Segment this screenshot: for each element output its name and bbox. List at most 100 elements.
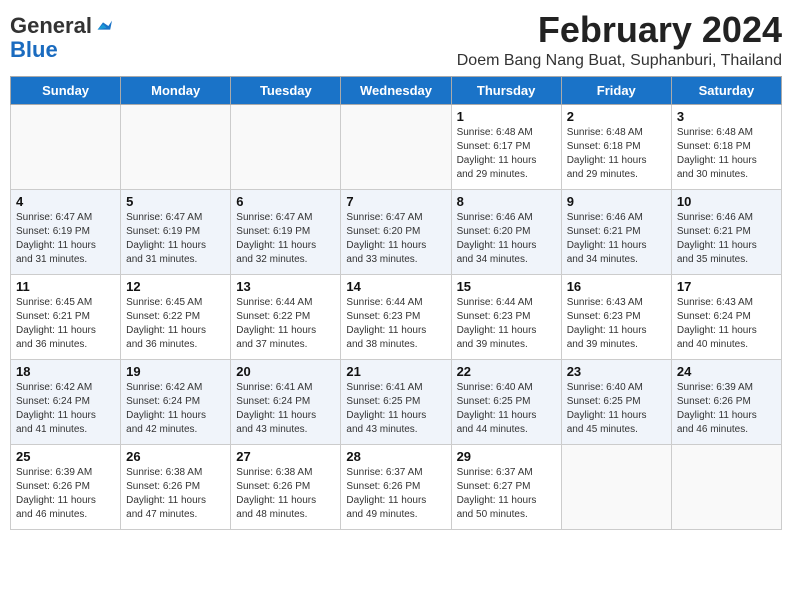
day-info: Sunrise: 6:46 AM Sunset: 6:20 PM Dayligh… xyxy=(457,211,556,267)
day-number: 20 xyxy=(236,364,335,379)
calendar-week-row: 1 Sunrise: 6:48 AM Sunset: 6:17 PM Daylig… xyxy=(11,104,782,189)
day-number: 13 xyxy=(236,279,335,294)
calendar-day-cell xyxy=(121,104,231,189)
day-info: Sunrise: 6:45 AM Sunset: 6:22 PM Dayligh… xyxy=(126,296,225,352)
calendar-day-cell: 25 Sunrise: 6:39 AM Sunset: 6:26 PM Dayli… xyxy=(11,444,121,529)
calendar-day-cell: 17 Sunrise: 6:43 AM Sunset: 6:24 PM Dayli… xyxy=(671,274,781,359)
calendar-day-cell: 23 Sunrise: 6:40 AM Sunset: 6:25 PM Dayli… xyxy=(561,359,671,444)
calendar-week-row: 4Sunrise: 6:47 AM Sunset: 6:19 PM Daylig… xyxy=(11,189,782,274)
day-info: Sunrise: 6:43 AM Sunset: 6:24 PM Dayligh… xyxy=(677,296,776,352)
title-area: February 2024 Doem Bang Nang Buat, Supha… xyxy=(457,10,782,70)
day-info: Sunrise: 6:37 AM Sunset: 6:26 PM Dayligh… xyxy=(346,466,445,522)
day-info: Sunrise: 6:38 AM Sunset: 6:26 PM Dayligh… xyxy=(236,466,335,522)
day-number: 16 xyxy=(567,279,666,294)
day-info: Sunrise: 6:37 AM Sunset: 6:27 PM Dayligh… xyxy=(457,466,556,522)
calendar-day-cell: 24Sunrise: 6:39 AM Sunset: 6:26 PM Dayli… xyxy=(671,359,781,444)
day-of-week-header: Monday xyxy=(121,76,231,104)
day-number: 3 xyxy=(677,109,776,124)
day-info: Sunrise: 6:40 AM Sunset: 6:25 PM Dayligh… xyxy=(457,381,556,437)
calendar-table: SundayMondayTuesdayWednesdayThursdayFrid… xyxy=(10,76,782,530)
day-info: Sunrise: 6:42 AM Sunset: 6:24 PM Dayligh… xyxy=(126,381,225,437)
logo-blue: Blue xyxy=(10,38,112,62)
day-number: 18 xyxy=(16,364,115,379)
day-info: Sunrise: 6:40 AM Sunset: 6:25 PM Dayligh… xyxy=(567,381,666,437)
day-number: 17 xyxy=(677,279,776,294)
calendar-day-cell: 13 Sunrise: 6:44 AM Sunset: 6:22 PM Dayli… xyxy=(231,274,341,359)
day-number: 9 xyxy=(567,194,666,209)
calendar-title: February 2024 xyxy=(457,10,782,50)
day-number: 10 xyxy=(677,194,776,209)
calendar-day-cell: 12 Sunrise: 6:45 AM Sunset: 6:22 PM Dayli… xyxy=(121,274,231,359)
day-number: 2 xyxy=(567,109,666,124)
day-number: 11 xyxy=(16,279,115,294)
calendar-day-cell: 15 Sunrise: 6:44 AM Sunset: 6:23 PM Dayli… xyxy=(451,274,561,359)
calendar-day-cell xyxy=(11,104,121,189)
day-info: Sunrise: 6:47 AM Sunset: 6:19 PM Dayligh… xyxy=(236,211,335,267)
day-number: 29 xyxy=(457,449,556,464)
day-number: 8 xyxy=(457,194,556,209)
calendar-header-row: SundayMondayTuesdayWednesdayThursdayFrid… xyxy=(11,76,782,104)
calendar-day-cell: 20 Sunrise: 6:41 AM Sunset: 6:24 PM Dayli… xyxy=(231,359,341,444)
day-info: Sunrise: 6:47 AM Sunset: 6:19 PM Dayligh… xyxy=(126,211,225,267)
day-number: 19 xyxy=(126,364,225,379)
day-number: 14 xyxy=(346,279,445,294)
day-number: 21 xyxy=(346,364,445,379)
day-info: Sunrise: 6:47 AM Sunset: 6:19 PM Dayligh… xyxy=(16,211,115,267)
calendar-day-cell: 4Sunrise: 6:47 AM Sunset: 6:19 PM Daylig… xyxy=(11,189,121,274)
day-number: 7 xyxy=(346,194,445,209)
day-number: 6 xyxy=(236,194,335,209)
day-info: Sunrise: 6:48 AM Sunset: 6:17 PM Dayligh… xyxy=(457,126,556,182)
calendar-day-cell xyxy=(561,444,671,529)
calendar-day-cell: 22 Sunrise: 6:40 AM Sunset: 6:25 PM Dayli… xyxy=(451,359,561,444)
day-info: Sunrise: 6:44 AM Sunset: 6:23 PM Dayligh… xyxy=(346,296,445,352)
calendar-day-cell: 29 Sunrise: 6:37 AM Sunset: 6:27 PM Dayli… xyxy=(451,444,561,529)
calendar-day-cell: 14 Sunrise: 6:44 AM Sunset: 6:23 PM Dayli… xyxy=(341,274,451,359)
day-of-week-header: Saturday xyxy=(671,76,781,104)
calendar-day-cell: 16Sunrise: 6:43 AM Sunset: 6:23 PM Dayli… xyxy=(561,274,671,359)
logo: General Blue xyxy=(10,14,112,62)
day-number: 22 xyxy=(457,364,556,379)
day-info: Sunrise: 6:38 AM Sunset: 6:26 PM Dayligh… xyxy=(126,466,225,522)
calendar-day-cell: 28 Sunrise: 6:37 AM Sunset: 6:26 PM Dayli… xyxy=(341,444,451,529)
day-info: Sunrise: 6:48 AM Sunset: 6:18 PM Dayligh… xyxy=(677,126,776,182)
calendar-day-cell: 26 Sunrise: 6:38 AM Sunset: 6:26 PM Dayli… xyxy=(121,444,231,529)
day-of-week-header: Tuesday xyxy=(231,76,341,104)
calendar-day-cell: 9Sunrise: 6:46 AM Sunset: 6:21 PM Daylig… xyxy=(561,189,671,274)
calendar-week-row: 25 Sunrise: 6:39 AM Sunset: 6:26 PM Dayli… xyxy=(11,444,782,529)
day-of-week-header: Friday xyxy=(561,76,671,104)
day-of-week-header: Wednesday xyxy=(341,76,451,104)
calendar-day-cell: 8 Sunrise: 6:46 AM Sunset: 6:20 PM Daylig… xyxy=(451,189,561,274)
day-number: 15 xyxy=(457,279,556,294)
day-info: Sunrise: 6:39 AM Sunset: 6:26 PM Dayligh… xyxy=(16,466,115,522)
day-info: Sunrise: 6:41 AM Sunset: 6:24 PM Dayligh… xyxy=(236,381,335,437)
day-info: Sunrise: 6:48 AM Sunset: 6:18 PM Dayligh… xyxy=(567,126,666,182)
day-number: 26 xyxy=(126,449,225,464)
logo-general: General xyxy=(10,14,92,38)
day-info: Sunrise: 6:42 AM Sunset: 6:24 PM Dayligh… xyxy=(16,381,115,437)
day-info: Sunrise: 6:44 AM Sunset: 6:22 PM Dayligh… xyxy=(236,296,335,352)
day-of-week-header: Thursday xyxy=(451,76,561,104)
day-number: 12 xyxy=(126,279,225,294)
calendar-week-row: 18 Sunrise: 6:42 AM Sunset: 6:24 PM Dayli… xyxy=(11,359,782,444)
calendar-day-cell xyxy=(231,104,341,189)
day-of-week-header: Sunday xyxy=(11,76,121,104)
day-info: Sunrise: 6:44 AM Sunset: 6:23 PM Dayligh… xyxy=(457,296,556,352)
calendar-day-cell: 6 Sunrise: 6:47 AM Sunset: 6:19 PM Daylig… xyxy=(231,189,341,274)
calendar-day-cell: 2 Sunrise: 6:48 AM Sunset: 6:18 PM Daylig… xyxy=(561,104,671,189)
day-info: Sunrise: 6:46 AM Sunset: 6:21 PM Dayligh… xyxy=(677,211,776,267)
calendar-day-cell: 7Sunrise: 6:47 AM Sunset: 6:20 PM Daylig… xyxy=(341,189,451,274)
day-number: 27 xyxy=(236,449,335,464)
calendar-day-cell: 10 Sunrise: 6:46 AM Sunset: 6:21 PM Dayli… xyxy=(671,189,781,274)
calendar-day-cell: 27 Sunrise: 6:38 AM Sunset: 6:26 PM Dayli… xyxy=(231,444,341,529)
calendar-day-cell: 18 Sunrise: 6:42 AM Sunset: 6:24 PM Dayli… xyxy=(11,359,121,444)
calendar-day-cell: 11 Sunrise: 6:45 AM Sunset: 6:21 PM Dayli… xyxy=(11,274,121,359)
calendar-day-cell: 21Sunrise: 6:41 AM Sunset: 6:25 PM Dayli… xyxy=(341,359,451,444)
day-number: 25 xyxy=(16,449,115,464)
day-info: Sunrise: 6:45 AM Sunset: 6:21 PM Dayligh… xyxy=(16,296,115,352)
calendar-day-cell xyxy=(341,104,451,189)
day-number: 28 xyxy=(346,449,445,464)
day-info: Sunrise: 6:39 AM Sunset: 6:26 PM Dayligh… xyxy=(677,381,776,437)
day-number: 23 xyxy=(567,364,666,379)
calendar-day-cell: 3 Sunrise: 6:48 AM Sunset: 6:18 PM Daylig… xyxy=(671,104,781,189)
day-number: 1 xyxy=(457,109,556,124)
